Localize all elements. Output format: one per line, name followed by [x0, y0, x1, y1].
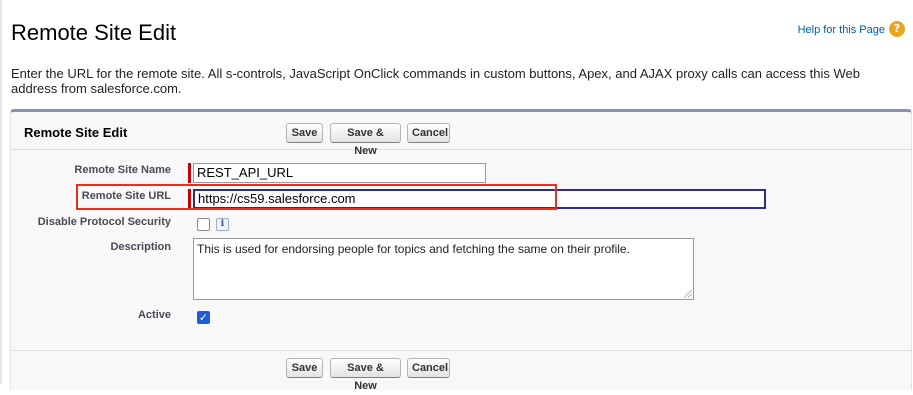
active-label: Active — [137, 309, 171, 321]
disable-protocol-security-checkbox[interactable] — [197, 218, 210, 231]
intro-text: Enter the URL for the remote site. All s… — [11, 66, 860, 96]
active-checkbox[interactable]: ✓ — [197, 311, 210, 324]
save-button-top[interactable]: Save — [286, 123, 323, 143]
description-label: Description — [110, 241, 171, 253]
question-circle-icon[interactable]: ? — [889, 21, 905, 37]
save-new-button-bottom[interactable]: Save & New — [330, 358, 401, 392]
block-header: Remote Site Edit Save Save & New Cancel — [11, 112, 911, 157]
required-indicator — [188, 163, 191, 183]
help-link[interactable]: Help for this Page — [798, 24, 885, 36]
url-highlight-box — [76, 184, 557, 210]
disable-protocol-security-label: Disable Protocol Security — [37, 216, 171, 228]
footer-divider — [11, 350, 911, 351]
save-button-bottom[interactable]: Save — [286, 358, 323, 378]
remote-site-name-label: Remote Site Name — [74, 164, 171, 176]
description-textarea[interactable]: This is used for endorsing people for to… — [193, 238, 694, 300]
page-left-edge — [0, 0, 2, 384]
edit-block: Remote Site Edit Save Save & New Cancel … — [10, 109, 912, 392]
info-icon[interactable]: i — [216, 218, 229, 231]
resize-grip-icon[interactable] — [684, 290, 692, 298]
cancel-button-bottom[interactable]: Cancel — [407, 358, 450, 378]
description-text: This is used for endorsing people for to… — [197, 242, 630, 256]
remote-site-name-input[interactable]: REST_API_URL — [193, 163, 486, 183]
page-title: Remote Site Edit — [11, 20, 177, 45]
cancel-button-top[interactable]: Cancel — [407, 123, 450, 143]
save-new-button-top[interactable]: Save & New — [330, 123, 401, 157]
block-title: Remote Site Edit — [24, 125, 128, 140]
